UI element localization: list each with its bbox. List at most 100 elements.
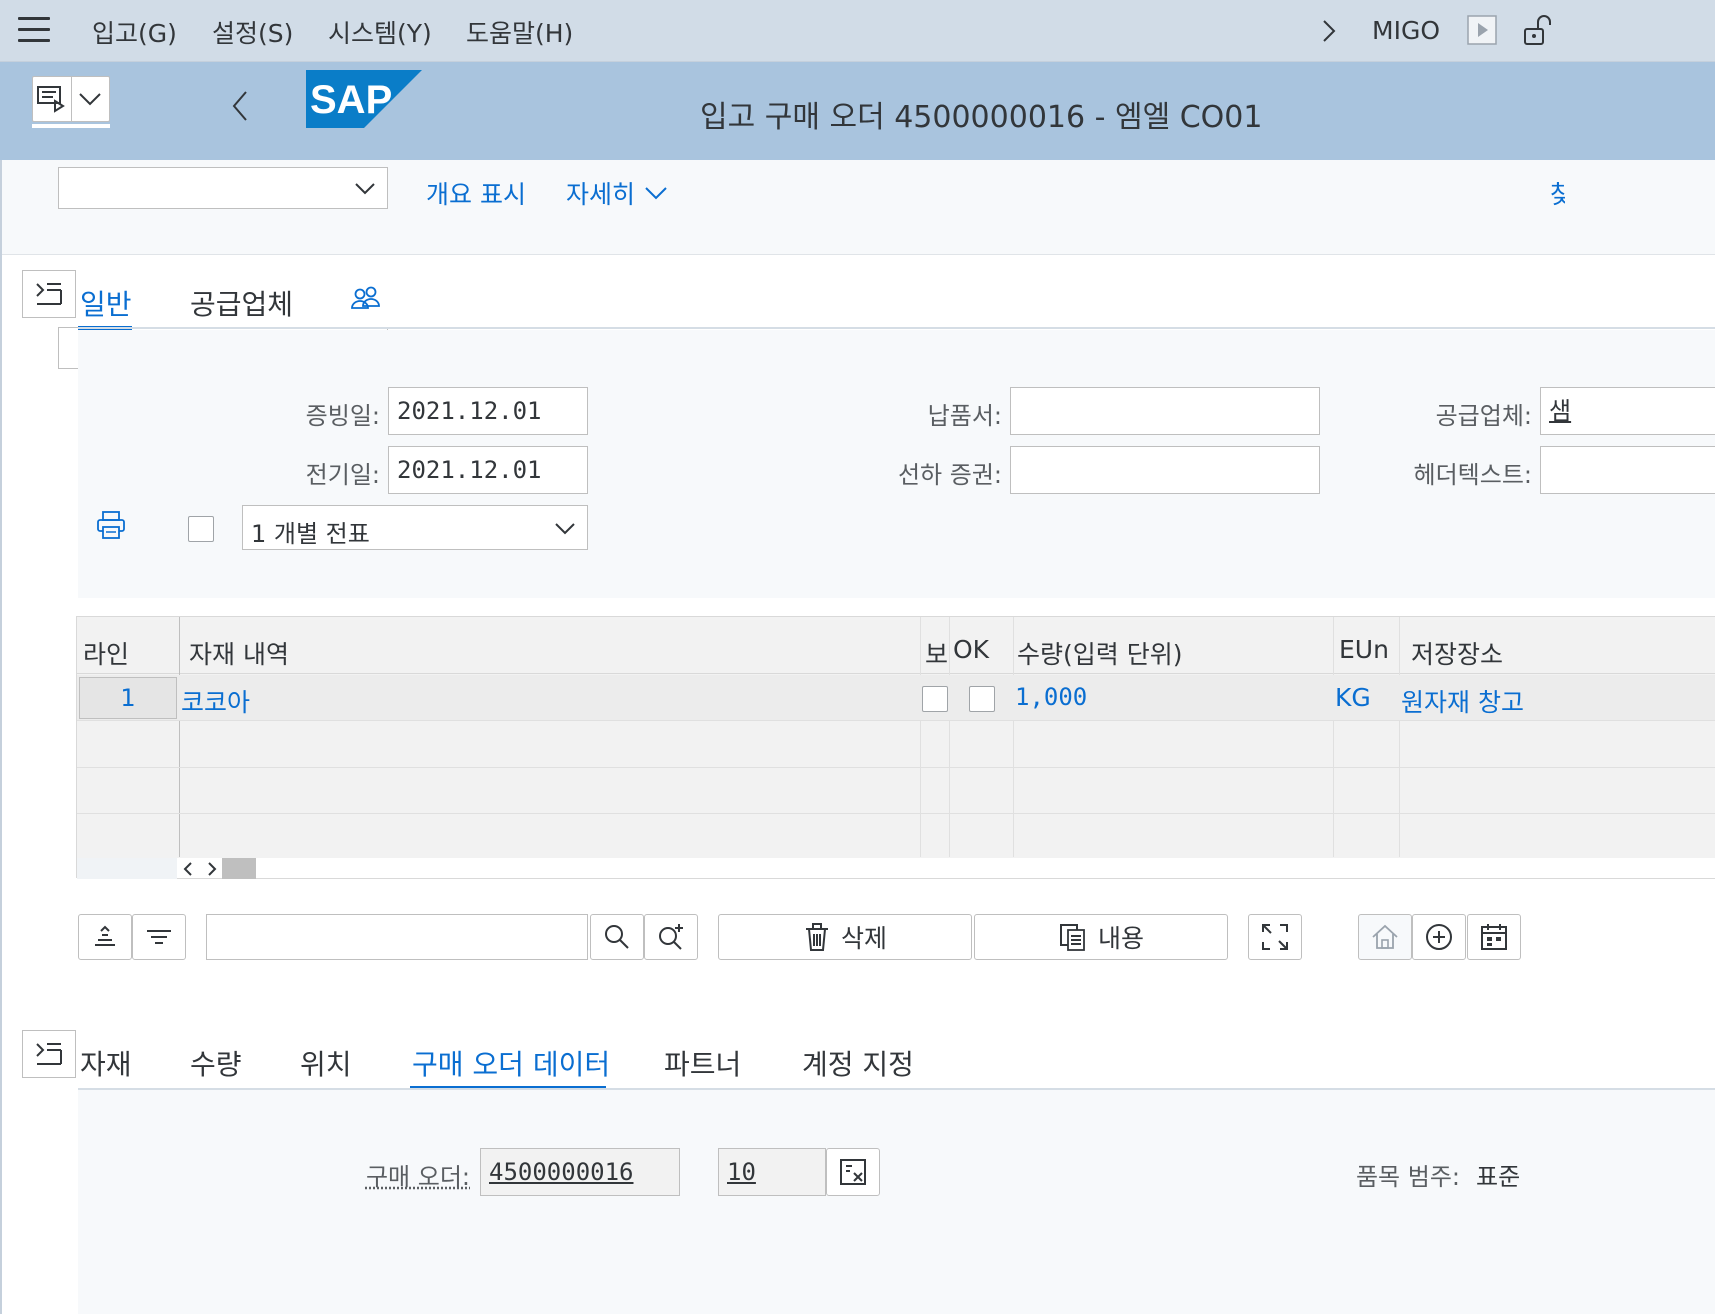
col-material[interactable]: 자재 내역: [189, 635, 289, 671]
delivery-note-label: 납품서:: [927, 402, 1002, 430]
detail-form-panel: [78, 1090, 1715, 1314]
filter-button[interactable]: [132, 914, 186, 960]
contents-button[interactable]: 내용: [974, 914, 1228, 960]
post-date-label: 전기일:: [305, 461, 380, 489]
sort-ascending-button[interactable]: [78, 914, 132, 960]
overview-button[interactable]: 개요 표시: [426, 175, 526, 211]
row-material[interactable]: 코코아: [181, 683, 250, 719]
menu-icon[interactable]: [18, 17, 50, 45]
delivery-note-input[interactable]: [1010, 387, 1320, 435]
tab-location[interactable]: 위치: [300, 1043, 352, 1083]
col-ok[interactable]: OK: [953, 635, 989, 664]
menu-system[interactable]: 시스템(Y): [328, 14, 432, 50]
collapse-icon: [36, 283, 62, 305]
delete-button[interactable]: 삭제: [718, 914, 972, 960]
tab-general[interactable]: 일반: [80, 283, 132, 323]
search-plus-icon: [659, 924, 683, 950]
row-ok-checkbox[interactable]: [969, 686, 995, 712]
bill-of-lading-input[interactable]: [1010, 446, 1320, 494]
filter-icon: [147, 930, 171, 944]
tab-partner[interactable]: 파트너: [664, 1043, 741, 1083]
sort-icon: [95, 925, 115, 946]
find-button[interactable]: 찾: [1550, 175, 1565, 211]
row-quantity[interactable]: 1,000: [1015, 683, 1087, 711]
col-unit[interactable]: EUn: [1339, 635, 1389, 664]
search-next-button[interactable]: [644, 914, 698, 960]
bill-of-lading-label: 선하 증권:: [897, 461, 1002, 489]
plus-circle-icon: [1426, 924, 1452, 950]
chevron-right-icon[interactable]: [1318, 16, 1340, 46]
table-header: 라인 자재 내역 보 OK 수량(입력 단위) EUn 저장장소: [77, 617, 1715, 674]
search-input[interactable]: [206, 914, 588, 960]
sap-logo: SAP: [306, 70, 422, 128]
menu-settings[interactable]: 설정(S): [212, 14, 293, 50]
scroll-thumb[interactable]: [222, 858, 256, 879]
table-row[interactable]: 1 코코아 1,000 KG 원자재 창고: [77, 675, 1715, 721]
expand-icon: [1262, 924, 1288, 950]
contents-label: 내용: [1097, 924, 1144, 953]
action-dropdown[interactable]: [58, 167, 388, 209]
print-checkbox[interactable]: [188, 516, 214, 542]
scroll-arrows-icon[interactable]: [181, 860, 221, 878]
po-value-help-button[interactable]: [826, 1148, 880, 1196]
slip-type-dropdown[interactable]: 1 개별 전표: [242, 505, 588, 550]
row-storage[interactable]: 원자재 창고: [1401, 683, 1524, 719]
fullscreen-button[interactable]: [1248, 914, 1302, 960]
transaction-code[interactable]: MIGO: [1372, 16, 1440, 45]
partners-icon[interactable]: [350, 284, 382, 314]
collapse-header-button[interactable]: [22, 270, 76, 318]
add-button[interactable]: [1412, 914, 1466, 960]
details-label: 자세히: [566, 180, 636, 209]
command-menu-button[interactable]: [32, 76, 110, 122]
tab-vendor[interactable]: 공급업체: [190, 283, 293, 323]
calendar-button[interactable]: [1467, 914, 1521, 960]
chevron-down-icon: [555, 523, 575, 535]
menu-help[interactable]: 도움말(H): [466, 14, 573, 50]
left-border: [0, 160, 2, 1314]
screen-command-icon: [37, 86, 65, 113]
details-menu-button[interactable]: 자세히: [566, 175, 669, 211]
col-line[interactable]: 라인: [83, 635, 129, 671]
title-bar: SAP 입고 구매 오더 4500000016 - 엠엘 CO01: [0, 62, 1715, 160]
vendor-input[interactable]: 샘: [1540, 387, 1715, 435]
slip-type-value: 1 개별 전표: [251, 520, 370, 548]
collapse-detail-button[interactable]: [22, 1030, 76, 1078]
execute-icon[interactable]: [1466, 14, 1498, 46]
collapse-icon: [36, 1043, 62, 1065]
chevron-down-icon: [355, 183, 375, 195]
row-unit[interactable]: KG: [1335, 683, 1371, 712]
header-text-input[interactable]: [1540, 446, 1715, 494]
col-storage[interactable]: 저장장소: [1411, 635, 1503, 671]
tab-account-assignment[interactable]: 계정 지정: [802, 1043, 914, 1083]
tab-po-data[interactable]: 구매 오더 데이터: [412, 1043, 610, 1083]
unlock-icon[interactable]: [1520, 12, 1556, 48]
item-category-value: 표준: [1476, 1163, 1521, 1191]
vendor-label: 공급업체:: [1435, 402, 1532, 430]
doc-date-input[interactable]: 2021.12.01: [388, 387, 588, 435]
doc-date-label: 증빙일:: [305, 402, 380, 430]
row-flag-checkbox[interactable]: [922, 686, 948, 712]
po-number-field[interactable]: 4500000016: [480, 1148, 680, 1196]
post-date-input[interactable]: 2021.12.01: [388, 446, 588, 494]
col-flag[interactable]: 보: [925, 635, 948, 671]
document-copy-icon: [1059, 924, 1085, 951]
item-category-label: 품목 범주:: [1355, 1163, 1460, 1191]
tab-material[interactable]: 자재: [80, 1043, 132, 1083]
row-line-number[interactable]: 1: [79, 677, 177, 719]
value-help-icon: [840, 1159, 866, 1185]
horizontal-scrollbar[interactable]: [77, 858, 1715, 879]
menu-goods-receipt[interactable]: 입고(G): [92, 14, 177, 50]
items-table: 라인 자재 내역 보 OK 수량(입력 단위) EUn 저장장소 1 코코아 1…: [76, 616, 1715, 879]
search-button[interactable]: [590, 914, 644, 960]
search-icon: [605, 925, 629, 949]
printer-icon[interactable]: [94, 508, 128, 542]
chevron-down-icon[interactable]: [71, 77, 109, 121]
trash-icon: [805, 923, 828, 951]
tab-quantity[interactable]: 수량: [190, 1043, 242, 1083]
po-item-field[interactable]: 10: [718, 1148, 826, 1196]
home-button[interactable]: [1358, 914, 1412, 960]
home-icon: [1372, 924, 1398, 949]
back-icon[interactable]: [226, 86, 256, 126]
col-quantity[interactable]: 수량(입력 단위): [1017, 635, 1182, 671]
command-underline: [32, 124, 110, 128]
